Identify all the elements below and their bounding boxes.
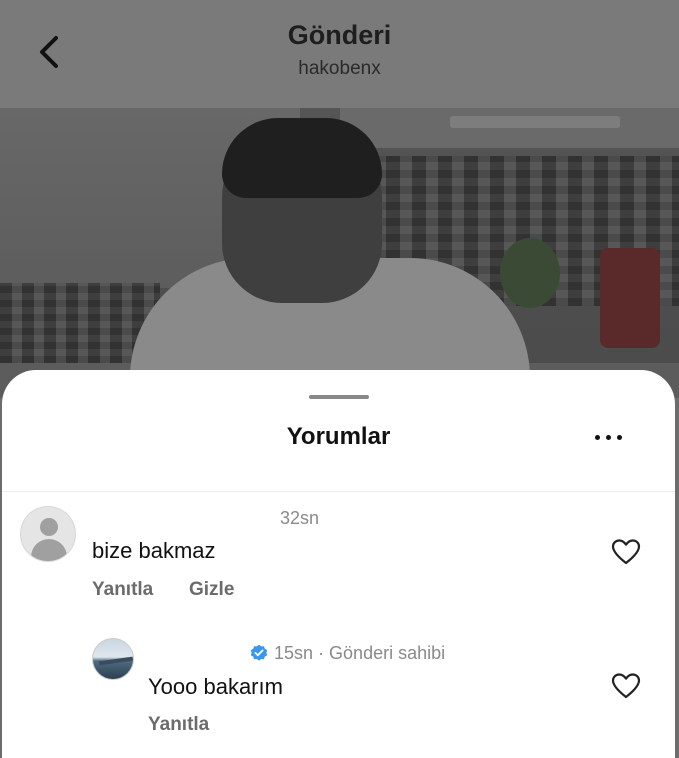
- heart-outline-icon: [611, 673, 641, 699]
- like-button[interactable]: [611, 538, 641, 566]
- video-player[interactable]: [0, 108, 679, 398]
- comment-text: bize bakmaz: [92, 538, 216, 563]
- sheet-drag-handle[interactable]: [309, 395, 369, 399]
- heart-outline-icon: [611, 539, 641, 565]
- default-avatar-icon: [31, 539, 67, 561]
- post-header: Gönderi hakobenx: [0, 0, 679, 108]
- owner-avatar[interactable]: [92, 638, 134, 680]
- avatar[interactable]: [20, 506, 76, 562]
- ellipsis-icon: [617, 435, 622, 440]
- comment-timestamp: 15sn: [274, 642, 314, 663]
- comment-timestamp: 32sn: [280, 508, 320, 528]
- video-background: [340, 108, 679, 148]
- reply-button[interactable]: Yanıtla: [92, 579, 153, 601]
- video-background: [600, 248, 660, 348]
- verified-badge-icon: [250, 644, 268, 661]
- more-options-button[interactable]: [592, 430, 626, 444]
- divider: [2, 491, 675, 492]
- video-person: [222, 118, 382, 198]
- comment-meta: 15sn · Gönderi sahibi: [250, 641, 445, 665]
- page-title: Gönderi: [287, 20, 392, 50]
- post-username[interactable]: hakobenx: [0, 58, 679, 80]
- hide-button[interactable]: Gizle: [189, 579, 234, 601]
- ellipsis-icon: [595, 435, 600, 440]
- owner-badge: Gönderi sahibi: [329, 642, 446, 663]
- avatar-photo: [98, 656, 133, 666]
- reply-button[interactable]: Yanıtla: [148, 714, 209, 736]
- sheet-title: Yorumlar: [286, 423, 391, 450]
- comments-sheet: Yorumlar 32sn bize bakmaz Yanıtla Gizle …: [2, 370, 675, 758]
- default-avatar-icon: [40, 518, 58, 536]
- ellipsis-icon: [606, 435, 611, 440]
- video-background: [500, 238, 560, 308]
- like-button[interactable]: [611, 672, 641, 700]
- meta-separator: ·: [313, 642, 330, 663]
- video-background: [450, 116, 620, 128]
- comment-text: Yooo bakarım: [148, 674, 283, 699]
